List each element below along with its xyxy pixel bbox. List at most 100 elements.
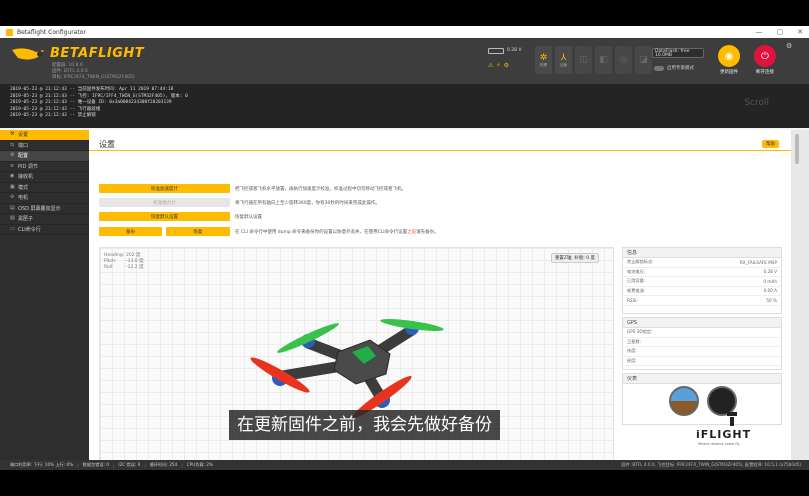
sidebar-item-label: 端口 xyxy=(18,142,29,149)
warning-icons: ⚠⚡⚙ xyxy=(488,62,512,69)
status-cycle-time: 循环时间: 254 xyxy=(149,462,178,467)
settings-gear-icon[interactable]: ⚙ xyxy=(786,42,792,50)
top-header: BETAFLIGHT 配置器: 10.8.0 固件: BTFL 4.0.0 目标… xyxy=(0,38,809,84)
calibrate-mag-desc: 将飞行器在所有轴向上至少旋转360度，你有30秒的时间来完成此操作。 xyxy=(235,201,380,206)
minimize-button[interactable]: — xyxy=(756,28,763,36)
sidebar-item-label: 接收机 xyxy=(18,174,34,181)
sidebar-item-label: CLI命令行 xyxy=(18,226,41,233)
instruments-panel-title: 仪表 xyxy=(623,374,781,384)
mag-icon: ◫ xyxy=(575,46,592,74)
backup-desc-tail: 请先备份。 xyxy=(416,230,439,235)
calibrate-mag-button[interactable]: 校准磁力计 xyxy=(99,198,230,207)
status-version-info: 固件: BTFL 4.0.0, 飞控目标: IFRC/IFF4_TWIN_G(S… xyxy=(621,462,801,467)
sensor-indicators: ✲ 陀螺 ⅄ 加速 ◫ ◧ ◎ ◪ xyxy=(535,46,652,74)
osd-icon: ▤ xyxy=(10,204,15,211)
gyro-icon: ✲ 陀螺 xyxy=(535,46,552,74)
info-value: 50 % xyxy=(766,297,777,303)
sensor-label: 加速 xyxy=(560,62,567,67)
bee-logo-icon xyxy=(12,48,44,60)
gps-key: 纬度: xyxy=(627,348,637,354)
iflight-logo-icon xyxy=(727,412,737,426)
app-window: Betaflight Configurator — ▢ ✕ BETAFLIGHT… xyxy=(0,26,809,470)
battery-icon xyxy=(488,48,504,54)
expert-mode-label: 启用专家模式 xyxy=(667,66,694,71)
video-subtitle: 在更新固件之前，我会先做好备份 xyxy=(229,410,500,440)
usb-plug-icon: ⏻ xyxy=(761,50,769,62)
app-icon xyxy=(6,28,13,36)
info-row: 电池电压: 0.28 V xyxy=(623,268,781,277)
cli-icon: ▭ xyxy=(10,225,15,232)
gps-panel: GPS GPS 3D锁定: 卫星数: 纬度: 经度: xyxy=(622,317,782,370)
status-i2c-errors: I2C 错误: 0 xyxy=(118,462,141,467)
update-firmware-label: 更新固件 xyxy=(720,70,738,75)
info-key: 已用容量: xyxy=(627,278,646,284)
scrollbar-thumb[interactable] xyxy=(795,134,799,164)
backup-desc-text: 在 CLI 命令行中使用 dump 命令来备份你的设置以防意外丢失，在使用CLI… xyxy=(235,230,408,235)
sidebar-item-label: OSD 屏幕叠加显示 xyxy=(18,205,61,212)
sidebar-item-setup[interactable]: ⚒ 设置 xyxy=(0,130,89,141)
maximize-button[interactable]: ▢ xyxy=(777,28,784,36)
sidebar-item-label: 模式 xyxy=(18,184,29,191)
sidebar-item-blackbox[interactable]: ▧ 黑匣子 xyxy=(0,214,89,225)
info-row: 已用容量: 0 mAh xyxy=(623,277,781,287)
backup-desc: 在 CLI 命令行中使用 dump 命令来备份你的设置以防意外丢失，在使用CLI… xyxy=(235,229,439,235)
sidebar-item-ports[interactable]: ⇆ 端口 xyxy=(0,141,89,151)
update-firmware-button[interactable]: ◉ xyxy=(718,45,740,67)
gps-key: GPS 3D锁定: xyxy=(627,329,653,335)
info-key: 禁止解锁标志: xyxy=(627,259,654,265)
receiver-icon: ◉ xyxy=(10,173,15,180)
info-row: RSSI: 50 % xyxy=(623,296,781,306)
expert-mode-toggle[interactable] xyxy=(654,66,664,71)
calibrate-accel-desc: 把飞控或者飞机水平放置，再执行加速度计校准，校准过程中切勿移动飞控或者飞机。 xyxy=(235,187,406,192)
gps-key: 经度: xyxy=(627,357,637,363)
sidebar-item-configuration[interactable]: ⚙ 配置 xyxy=(0,151,89,162)
sidebar-item-label: 黑匣子 xyxy=(18,216,34,223)
reset-settings-desc: 恢复默认设置 xyxy=(235,215,262,220)
disconnect-label: 断开连接 xyxy=(756,70,774,75)
modes-icon: ▣ xyxy=(10,183,15,190)
info-row: 耗费电流: 0.00 A xyxy=(623,287,781,296)
reset-z-axis-button[interactable]: 重置Z轴, 补偿: 0 度 xyxy=(550,253,599,263)
log-line: 2019-05-23 @ 21:12:43 -- 禁止解锁 xyxy=(10,113,96,118)
dataflash-select[interactable]: DataFlash: free 16.0MB xyxy=(652,48,704,58)
gps-key: 卫星数: xyxy=(627,338,641,344)
wiki-button[interactable]: 帮助 xyxy=(762,140,779,148)
close-button[interactable]: ✕ xyxy=(797,28,803,36)
log-panel[interactable]: 2019-05-23 @ 21:12:43 -- 当前固件发布时间: Apr 1… xyxy=(0,84,809,128)
plug-icon: ⇆ xyxy=(10,141,15,148)
restore-button[interactable]: 恢复 xyxy=(166,227,230,236)
status-bar: 端口利用率: 下行: 10% 上行: 0% | 数据包错误: 0 | I2C 错误:… xyxy=(0,460,809,470)
sidebar-item-modes[interactable]: ▣ 模式 xyxy=(0,183,89,193)
backup-button[interactable]: 备份 xyxy=(99,227,162,236)
roll-label: Roll: xyxy=(104,265,114,270)
status-packet-errors: 数据包错误: 0 xyxy=(82,462,109,467)
target-info: 目标: IFRC/IFF4_TWIN_G(STM32F405) xyxy=(52,75,135,80)
page-title: 设置 xyxy=(99,140,115,149)
baro-icon: ◧ xyxy=(595,46,612,74)
gear-icon: ⚙ xyxy=(10,152,15,159)
calibrate-accel-button[interactable]: 校准加速度计 xyxy=(99,184,230,193)
window-title: Betaflight Configurator xyxy=(17,28,86,36)
log-scroll-toggle[interactable]: Scroll xyxy=(744,99,769,107)
sidebar-item-pid[interactable]: ≋ PID 调节 xyxy=(0,162,89,172)
title-divider xyxy=(89,150,791,151)
pid-icon: ≋ xyxy=(10,162,15,169)
dataflash-size: 16.0MB xyxy=(655,53,672,58)
reset-settings-button[interactable]: 恢复默认设置 xyxy=(99,212,230,221)
info-panel: 信息 禁止解锁标志: RX_FAILSAFE MSP 电池电压: 0.28 V 已用… xyxy=(622,247,782,314)
sidebar-item-receiver[interactable]: ◉ 接收机 xyxy=(0,172,89,183)
info-row: 禁止解锁标志: RX_FAILSAFE MSP xyxy=(623,258,781,268)
iflight-tagline: Where dreams come fly xyxy=(698,442,740,446)
battery-status: 0.28 V ⚠⚡⚙ xyxy=(488,48,528,74)
sidebar-item-motors[interactable]: ✣ 电机 xyxy=(0,193,89,204)
sidebar-nav: ⚒ 设置 ⇆ 端口 ⚙ 配置 ≋ PID 调节 ◉ 接收机 ▣ 模式 ✣ 电机 ▤ OSD 屏幕… xyxy=(0,130,89,460)
sidebar-item-osd[interactable]: ▤ OSD 屏幕叠加显示 xyxy=(0,204,89,214)
sidebar-item-cli[interactable]: ▭ CLI命令行 xyxy=(0,225,89,235)
gps-row: GPS 3D锁定: xyxy=(623,328,781,338)
logo-text: BETAFLIGHT xyxy=(50,46,145,61)
main-scrollbar[interactable] xyxy=(791,130,809,460)
gps-row: 纬度: xyxy=(623,347,781,357)
accel-icon: ⅄ 加速 xyxy=(555,46,572,74)
disconnect-button[interactable]: ⏻ xyxy=(754,45,776,67)
status-cpu-load: CPU负载: 2% xyxy=(186,462,213,467)
